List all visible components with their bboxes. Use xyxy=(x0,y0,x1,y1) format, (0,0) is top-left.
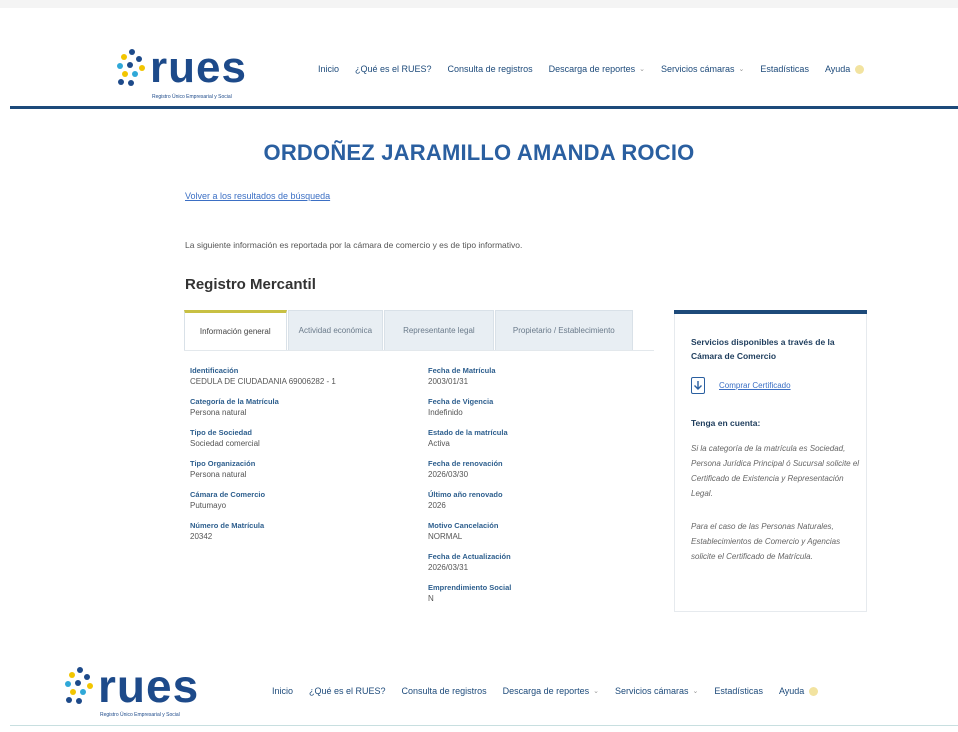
field-value: Persona natural xyxy=(190,408,247,417)
site-header: rues Registro Único Empresarial y Social… xyxy=(0,36,958,110)
nav-item-consulta-registros[interactable]: Consulta de registros xyxy=(402,686,487,696)
section-title: Registro Mercantil xyxy=(185,276,316,293)
tab-divider xyxy=(184,350,654,351)
tab-bar: Información general Actividad económica … xyxy=(184,310,634,350)
tab-informacion-general[interactable]: Información general xyxy=(184,310,287,350)
field-label: Fecha de Actualización xyxy=(428,552,511,561)
nav-item-descarga-reportes[interactable]: Descarga de reportes ⌄ xyxy=(549,64,645,74)
nav-item-que-es-rues[interactable]: ¿Qué es el RUES? xyxy=(355,64,432,74)
chevron-down-icon: ⌄ xyxy=(593,688,600,695)
buy-certificate-label[interactable]: Comprar Certificado xyxy=(719,381,791,390)
chevron-down-icon: ⌄ xyxy=(738,66,745,73)
notice-text-persona-natural: Para el caso de las Personas Naturales, … xyxy=(691,522,841,561)
field-value: Activa xyxy=(428,439,450,448)
field-value: 20342 xyxy=(190,532,213,541)
brand-name: rues xyxy=(150,43,247,92)
sidebar-heading: Servicios disponibles a través de la Cám… xyxy=(691,337,835,361)
nav-item-descarga-reportes[interactable]: Descarga de reportes ⌄ xyxy=(503,686,599,696)
field-label: Fecha de renovación xyxy=(428,459,503,468)
footer-nav: Inicio ¿Qué es el RUES? Consulta de regi… xyxy=(272,686,819,696)
notice-text-sociedad: Si la categoría de la matrícula es Socie… xyxy=(691,444,860,498)
brand-tagline: Registro Único Empresarial y Social xyxy=(152,94,232,100)
back-to-results-link[interactable]: Volver a los resultados de búsqueda xyxy=(185,191,330,201)
chevron-down-icon: ⌄ xyxy=(639,66,646,73)
field-label: Tipo de Sociedad xyxy=(190,428,252,437)
details-right-column: Fecha de Matrícula 2003/01/31 Fecha de V… xyxy=(428,366,511,614)
buy-certificate-link[interactable]: Comprar Certificado xyxy=(691,377,791,394)
sidebar-accent-bar xyxy=(674,310,867,314)
field-label: Categoría de la Matrícula xyxy=(190,397,279,406)
nav-item-ayuda[interactable]: Ayuda xyxy=(779,686,819,696)
nav-item-inicio[interactable]: Inicio xyxy=(318,64,339,74)
field-value: 2026/03/31 xyxy=(428,563,469,572)
nav-item-consulta-registros[interactable]: Consulta de registros xyxy=(448,64,533,74)
field-label: Identificación xyxy=(190,366,239,375)
field-value: 2003/01/31 xyxy=(428,377,469,386)
nav-item-estadisticas[interactable]: Estadísticas xyxy=(760,64,809,74)
brand-name: rues xyxy=(98,660,200,712)
nav-item-inicio[interactable]: Inicio xyxy=(272,686,293,696)
services-sidebar: Servicios disponibles a través de la Cám… xyxy=(674,310,867,612)
field-label: Tipo Organización xyxy=(190,459,256,468)
tab-representante-legal[interactable]: Representante legal xyxy=(384,310,494,350)
site-footer: rues Registro Único Empresarial y Social… xyxy=(0,654,958,732)
logo-mark-icon xyxy=(65,667,93,704)
nav-item-que-es-rues[interactable]: ¿Qué es el RUES? xyxy=(309,686,386,696)
field-label: Estado de la matrícula xyxy=(428,428,508,437)
help-icon xyxy=(855,64,865,74)
tab-propietario-establecimiento[interactable]: Propietario / Establecimiento xyxy=(494,310,634,350)
field-value: 2026/03/30 xyxy=(428,470,469,479)
field-label: Fecha de Vigencia xyxy=(428,397,494,406)
field-label: Emprendimiento Social xyxy=(428,583,512,592)
rues-logo-footer[interactable]: rues Registro Único Empresarial y Social xyxy=(60,662,210,720)
header-divider xyxy=(10,106,958,109)
field-value: Persona natural xyxy=(190,470,247,479)
page-title: ORDOÑEZ JARAMILLO AMANDA ROCIO xyxy=(263,140,695,165)
tab-actividad-economica[interactable]: Actividad económica xyxy=(287,310,384,350)
nav-item-ayuda[interactable]: Ayuda xyxy=(825,64,865,74)
field-value: Putumayo xyxy=(190,501,227,510)
field-label: Número de Matrícula xyxy=(190,521,265,530)
intro-text: La siguiente información es reportada po… xyxy=(185,240,523,250)
notice-title: Tenga en cuenta: xyxy=(691,418,761,428)
main-nav: Inicio ¿Qué es el RUES? Consulta de regi… xyxy=(318,64,865,74)
nav-item-estadisticas[interactable]: Estadísticas xyxy=(714,686,763,696)
details-left-column: Identificación CEDULA DE CIUDADANIA 6900… xyxy=(190,366,336,552)
field-value: NORMAL xyxy=(428,532,463,541)
brand-tagline: Registro Único Empresarial y Social xyxy=(100,712,180,718)
download-icon xyxy=(691,377,705,394)
nav-item-servicios-camaras[interactable]: Servicios cámaras ⌄ xyxy=(661,64,744,74)
field-value: 2026 xyxy=(428,501,446,510)
footer-divider xyxy=(10,725,958,726)
field-label: Último año renovado xyxy=(428,490,503,499)
field-label: Motivo Cancelación xyxy=(428,521,499,530)
field-label: Fecha de Matrícula xyxy=(428,366,496,375)
logo-mark-icon xyxy=(117,49,145,86)
field-value: N xyxy=(428,594,434,603)
rues-logo[interactable]: rues Registro Único Empresarial y Social xyxy=(112,44,252,102)
field-label: Cámara de Comercio xyxy=(190,490,266,499)
help-icon xyxy=(809,686,819,696)
nav-item-servicios-camaras[interactable]: Servicios cámaras ⌄ xyxy=(615,686,698,696)
field-value: CEDULA DE CIUDADANIA 69006282 - 1 xyxy=(190,377,336,386)
chevron-down-icon: ⌄ xyxy=(692,688,699,695)
field-value: Indefinido xyxy=(428,408,463,417)
top-strip xyxy=(0,0,958,8)
field-value: Sociedad comercial xyxy=(190,439,260,448)
